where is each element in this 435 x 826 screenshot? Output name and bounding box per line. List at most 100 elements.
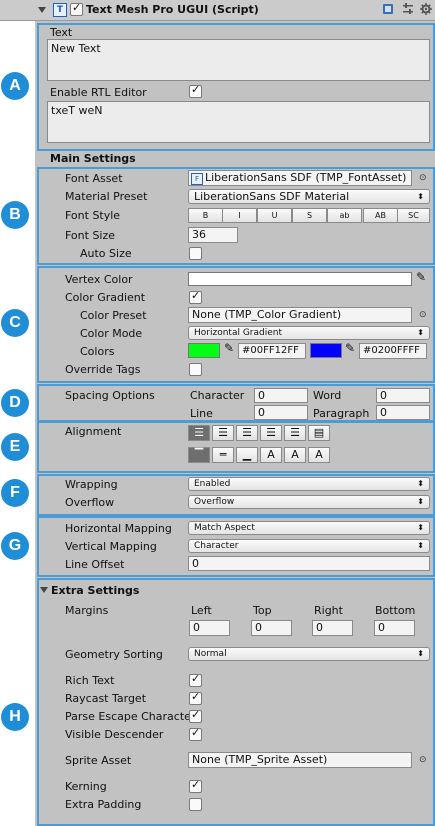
vertical-mapping-dropdown[interactable]: Character ⬍ <box>188 539 430 553</box>
foldout-arrow-icon[interactable] <box>38 7 46 13</box>
align-bottom-button[interactable]: ▁ <box>236 447 258 463</box>
vertex-color-swatch[interactable] <box>188 272 412 286</box>
align-left-button[interactable]: ☰ <box>188 425 210 441</box>
gear-icon[interactable] <box>420 3 432 15</box>
font-style-button-u[interactable]: U <box>257 208 292 223</box>
geometry-sorting-value: Normal <box>194 649 227 659</box>
gradient-color-2-hex[interactable]: #0200FFFF <box>359 343 427 359</box>
dropdown-arrow-icon: ⬍ <box>417 541 424 550</box>
gradient-color-2-swatch[interactable] <box>310 343 342 358</box>
badge-h: H <box>1 703 29 731</box>
badge-d: D <box>1 389 29 417</box>
align-capline-button[interactable]: A <box>308 447 330 463</box>
dropdown-arrow-icon: ⬍ <box>417 192 424 201</box>
object-picker-icon[interactable]: ⊙ <box>419 755 427 765</box>
margin-top-field[interactable]: 0 <box>251 620 292 636</box>
word-spacing-field[interactable]: 0 <box>376 388 430 403</box>
font-style-button-sc[interactable]: SC <box>397 208 430 223</box>
align-right-button[interactable]: ☰ <box>236 425 258 441</box>
paragraph-spacing-field[interactable]: 0 <box>376 405 430 420</box>
sprite-asset-field[interactable]: None (TMP_Sprite Asset) <box>188 752 412 768</box>
gradient-color-1-swatch[interactable] <box>188 343 220 358</box>
kerning-checkbox[interactable] <box>189 778 202 793</box>
raycast-target-checkbox[interactable] <box>189 690 202 705</box>
dropdown-arrow-icon: ⬍ <box>417 328 424 337</box>
rich-text-label: Rich Text <box>65 674 115 687</box>
dropdown-arrow-icon: ⬍ <box>417 497 424 506</box>
align-top-button[interactable]: ▔ <box>188 447 210 463</box>
material-preset-dropdown[interactable]: LiberationSans SDF Material ⬍ <box>188 189 430 204</box>
font-style-button-i[interactable]: I <box>222 208 257 223</box>
component-header[interactable]: T Text Mesh Pro UGUI (Script) <box>0 0 435 21</box>
gradient-color-1-hex[interactable]: #00FF12FF <box>238 343 306 359</box>
font-style-label: Font Style <box>65 209 121 222</box>
font-style-button-ab[interactable]: ab <box>327 208 362 223</box>
overflow-value: Overflow <box>194 497 235 507</box>
align-geometry-center-button[interactable]: ▤ <box>308 425 330 441</box>
eyedropper-icon[interactable]: ✎ <box>224 341 234 355</box>
vertex-color-label: Vertex Color <box>65 273 133 286</box>
object-picker-icon[interactable]: ⊙ <box>419 310 427 320</box>
sprite-asset-label: Sprite Asset <box>65 754 132 767</box>
wrapping-value: Enabled <box>194 479 231 489</box>
eyedropper-icon[interactable]: ✎ <box>345 341 355 355</box>
align-justified-button[interactable]: ☰ <box>260 425 282 441</box>
object-picker-icon[interactable]: ⊙ <box>419 173 427 183</box>
align-midline-button[interactable]: A <box>284 447 306 463</box>
margin-top-label: Top <box>253 604 272 617</box>
vertical-mapping-label: Vertical Mapping <box>65 540 157 553</box>
font-style-button-b[interactable]: B <box>188 208 223 223</box>
book-icon[interactable] <box>382 3 394 15</box>
extra-padding-checkbox[interactable] <box>189 798 202 811</box>
parse-escape-checkbox[interactable] <box>189 708 202 723</box>
font-size-field[interactable]: 36 <box>188 227 238 243</box>
margin-right-field[interactable]: 0 <box>312 620 353 636</box>
font-asset-label: Font Asset <box>65 172 123 185</box>
align-center-button[interactable]: ☰ <box>212 425 234 441</box>
font-asset-icon: F <box>191 173 203 185</box>
raycast-target-label: Raycast Target <box>65 692 147 705</box>
line-spacing-field[interactable]: 0 <box>254 405 308 420</box>
line-offset-field[interactable]: 0 <box>188 556 430 571</box>
badge-e: E <box>1 433 29 461</box>
font-style-button-ab[interactable]: AB <box>363 208 398 223</box>
override-tags-checkbox[interactable] <box>189 363 202 376</box>
visible-descender-checkbox[interactable] <box>189 726 202 741</box>
spacing-options-label: Spacing Options <box>65 389 155 402</box>
margin-left-field[interactable]: 0 <box>189 620 230 636</box>
margin-bottom-field[interactable]: 0 <box>374 620 415 636</box>
align-middle-button[interactable]: ═ <box>212 447 234 463</box>
horizontal-mapping-label: Horizontal Mapping <box>65 522 172 535</box>
auto-size-checkbox[interactable] <box>189 247 202 260</box>
eyedropper-icon[interactable]: ✎ <box>416 270 426 284</box>
rtl-text-input[interactable]: txeT weN <box>47 101 430 143</box>
extra-padding-label: Extra Padding <box>65 798 142 811</box>
rtl-editor-label: Enable RTL Editor <box>50 86 147 99</box>
rtl-editor-checkbox[interactable] <box>189 83 202 98</box>
sliders-icon[interactable] <box>402 3 414 15</box>
color-gradient-checkbox[interactable] <box>189 289 202 304</box>
wrapping-dropdown[interactable]: Enabled ⬍ <box>188 477 430 491</box>
color-preset-field[interactable]: None (TMP_Color Gradient) <box>188 307 412 323</box>
component-enabled-checkbox[interactable] <box>70 1 83 16</box>
character-spacing-field[interactable]: 0 <box>254 388 308 403</box>
font-style-button-s[interactable]: S <box>292 208 327 223</box>
align-baseline-button[interactable]: A <box>260 447 282 463</box>
dropdown-arrow-icon: ⬍ <box>417 479 424 488</box>
dropdown-arrow-icon: ⬍ <box>417 649 424 658</box>
overflow-label: Overflow <box>65 496 115 509</box>
overflow-dropdown[interactable]: Overflow ⬍ <box>188 495 430 509</box>
font-asset-field[interactable]: LiberationSans SDF (TMP_FontAsset) <box>188 170 412 186</box>
color-mode-dropdown[interactable]: Horizontal Gradient ⬍ <box>188 326 430 340</box>
align-flush-button[interactable]: ☰ <box>284 425 306 441</box>
badge-b: B <box>1 201 29 229</box>
kerning-label: Kerning <box>65 780 107 793</box>
vertical-mapping-value: Character <box>194 541 239 551</box>
badge-a: A <box>1 72 29 100</box>
rich-text-checkbox[interactable] <box>189 672 202 687</box>
dropdown-arrow-icon: ⬍ <box>417 523 424 532</box>
text-input[interactable]: New Text <box>47 39 430 81</box>
geometry-sorting-dropdown[interactable]: Normal ⬍ <box>188 647 430 661</box>
horizontal-mapping-dropdown[interactable]: Match Aspect ⬍ <box>188 521 430 535</box>
foldout-arrow-icon[interactable] <box>40 587 48 593</box>
